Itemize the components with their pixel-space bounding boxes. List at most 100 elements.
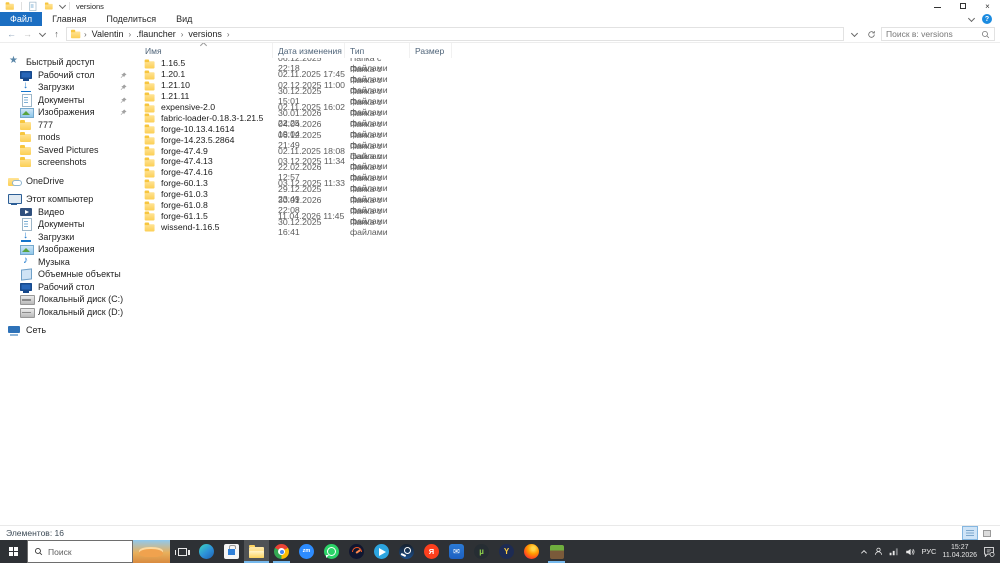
recent-locations-dropdown[interactable] <box>37 29 47 37</box>
sidebar-item-downloads[interactable]: Загрузки <box>0 80 133 94</box>
taskbar-search-input[interactable] <box>48 546 126 557</box>
tab-file[interactable]: Файл <box>0 12 43 26</box>
taskbar-app-telegram[interactable] <box>369 540 394 563</box>
taskbar-app-chrome[interactable] <box>269 540 294 563</box>
sidebar-item-downloads-2[interactable]: Загрузки <box>0 230 133 244</box>
breadcrumb-item-flauncher[interactable]: .flauncher <box>132 29 180 39</box>
taskbar-app-utorrent[interactable]: µ <box>469 540 494 563</box>
file-row[interactable]: 1.21.10 02.12.2025 11:00 Папка с файлами <box>133 75 1000 95</box>
sidebar-item-disk-c[interactable]: Локальный диск (C:) <box>0 293 133 306</box>
breadcrumb-item-valentin[interactable]: Valentin <box>88 29 128 39</box>
sidebar-section-network[interactable]: Сеть <box>0 324 133 337</box>
help-button[interactable]: ? <box>982 14 992 24</box>
task-view-button[interactable] <box>170 540 194 563</box>
clock[interactable]: 15:27 11.04.2026 <box>942 544 977 560</box>
search-box[interactable] <box>881 27 995 41</box>
sidebar-item-desktop[interactable]: Рабочий стол <box>0 69 133 82</box>
sidebar-item-objects3d[interactable]: Объемные объекты <box>0 268 133 281</box>
breadcrumb[interactable]: › Valentin › .flauncher › versions › <box>66 27 844 41</box>
restore-button[interactable] <box>950 0 975 12</box>
file-row[interactable]: fabric-loader-0.18.3-1.21.5 30.01.2026 22… <box>133 108 1000 128</box>
sidebar-item-saved-pictures[interactable]: Saved Pictures <box>0 144 133 157</box>
network-icon[interactable] <box>889 547 899 556</box>
thumbnails-view-button[interactable] <box>980 527 994 539</box>
taskbar-app-zoom[interactable]: zm <box>294 540 319 563</box>
address-dropdown[interactable] <box>847 29 861 37</box>
sidebar-item-documents-2[interactable]: Документы <box>0 218 133 232</box>
taskbar-app-edge[interactable] <box>194 540 219 563</box>
column-header-date[interactable]: Дата изменения <box>273 43 345 58</box>
sidebar-item-screenshots[interactable]: screenshots <box>0 156 133 169</box>
file-row[interactable]: forge-61.1.5 11.04.2026 11:45 Папка с файл… <box>133 206 1000 226</box>
minimize-button[interactable] <box>925 0 950 12</box>
sidebar-item-label: mods <box>38 132 61 143</box>
taskbar-app-explorer[interactable] <box>244 540 269 563</box>
widgets-button[interactable] <box>133 540 170 563</box>
tab-home[interactable]: Главная <box>42 12 96 26</box>
sidebar-section-quick-access[interactable]: Быстрый доступ <box>0 55 133 69</box>
file-name: forge-10.13.4.1614 <box>161 123 235 134</box>
file-row[interactable]: expensive-2.0 02.11.2025 16:02 Папка с фай… <box>133 97 1000 117</box>
file-row[interactable]: forge-47.4.13 03.12.2025 11:34 Папка с фай… <box>133 151 1000 171</box>
tab-view[interactable]: Вид <box>166 12 202 26</box>
file-row[interactable]: wissend-1.16.5 30.12.2025 16:41 Папка с фа… <box>133 217 1000 237</box>
pin-icon <box>120 83 127 93</box>
taskbar-app-minecraft[interactable] <box>544 540 569 563</box>
action-center-button[interactable] <box>983 546 995 557</box>
file-row[interactable]: forge-47.4.9 02.11.2025 18:08 Папка с файл… <box>133 141 1000 161</box>
details-view-button[interactable] <box>962 526 978 540</box>
file-row[interactable]: forge-47.4.16 22.02.2026 12:57 Папка с фай… <box>133 162 1000 182</box>
taskbar-app-steam[interactable] <box>394 540 419 563</box>
sidebar-item-pictures-2[interactable]: Изображения <box>0 243 133 256</box>
forward-button[interactable]: → <box>21 29 34 39</box>
qat-new-folder-button[interactable] <box>44 2 54 10</box>
start-button[interactable] <box>0 540 27 563</box>
file-row[interactable]: forge-10.13.4.1614 04.04.2026 19:04 Папка … <box>133 119 1000 139</box>
sidebar-item-music[interactable]: Музыка <box>0 255 133 269</box>
sidebar-item-desktop-2[interactable]: Рабочий стол <box>0 281 133 294</box>
file-row[interactable]: forge-14.23.5.2864 06.12.2025 21:49 Папка … <box>133 130 1000 150</box>
qat-properties-button[interactable] <box>28 1 37 11</box>
tab-share[interactable]: Поделиться <box>96 12 166 26</box>
taskbar-app-whatsapp[interactable] <box>319 540 344 563</box>
sidebar-section-this-pc[interactable]: Этот компьютер <box>0 193 133 206</box>
file-row[interactable]: forge-61.0.3 29.12.2025 23:49 Папка с файл… <box>133 184 1000 204</box>
taskbar-app-yandex-browser[interactable]: Я <box>419 540 444 563</box>
qat-customize-dropdown[interactable] <box>58 1 67 9</box>
taskbar-app-mail[interactable]: ✉ <box>444 540 469 563</box>
file-name: 1.21.10 <box>161 80 190 91</box>
hidden-icons-chevron[interactable] <box>860 549 868 555</box>
volume-icon[interactable] <box>905 547 915 557</box>
ribbon-expand-icon[interactable] <box>967 14 976 22</box>
language-indicator[interactable]: РУС <box>921 547 936 556</box>
file-name-cell: 1.20.1 <box>133 69 273 80</box>
sidebar-item-mods[interactable]: mods <box>0 131 133 144</box>
back-button[interactable]: ← <box>5 29 18 39</box>
sidebar-item-777[interactable]: 777 <box>0 119 133 132</box>
file-row[interactable]: forge-60.1.3 03.12.2025 11:33 Папка с файл… <box>133 173 1000 193</box>
file-row[interactable]: 1.21.11 30.12.2025 15:01 Папка с файлами <box>133 86 1000 106</box>
sidebar-item-documents[interactable]: Документы <box>0 93 133 107</box>
file-name: wissend-1.16.5 <box>161 221 220 232</box>
user-status-icon[interactable] <box>874 547 883 556</box>
file-row[interactable]: 1.16.5 06.12.2025 22:18 Папка с файлами <box>133 58 1000 73</box>
file-row[interactable]: forge-61.0.8 30.01.2026 22:08 Папка с файл… <box>133 195 1000 215</box>
refresh-button[interactable] <box>864 30 878 39</box>
taskbar-search-box[interactable] <box>27 540 133 563</box>
file-row[interactable]: 1.20.1 02.11.2025 17:45 Папка с файлами <box>133 64 1000 84</box>
column-header-size[interactable]: Размер <box>410 43 452 58</box>
sidebar-section-onedrive[interactable]: OneDrive <box>0 175 133 188</box>
column-header-type[interactable]: Тип <box>345 43 410 58</box>
search-input[interactable] <box>886 29 978 39</box>
taskbar-app-firefox[interactable] <box>519 540 544 563</box>
sidebar-item-pictures[interactable]: Изображения <box>0 106 133 119</box>
taskbar-app-y-app[interactable]: Y <box>494 540 519 563</box>
sidebar-item-video[interactable]: Видео <box>0 206 133 219</box>
file-name-cell: 1.21.10 <box>133 80 273 91</box>
close-button[interactable]: × <box>975 0 1000 12</box>
sidebar-item-disk-d[interactable]: Локальный диск (D:) <box>0 306 133 319</box>
taskbar-app-gauge-app[interactable] <box>344 540 369 563</box>
taskbar-app-store[interactable] <box>219 540 244 563</box>
breadcrumb-item-versions[interactable]: versions <box>184 29 226 39</box>
up-button[interactable]: ↑ <box>50 29 63 39</box>
